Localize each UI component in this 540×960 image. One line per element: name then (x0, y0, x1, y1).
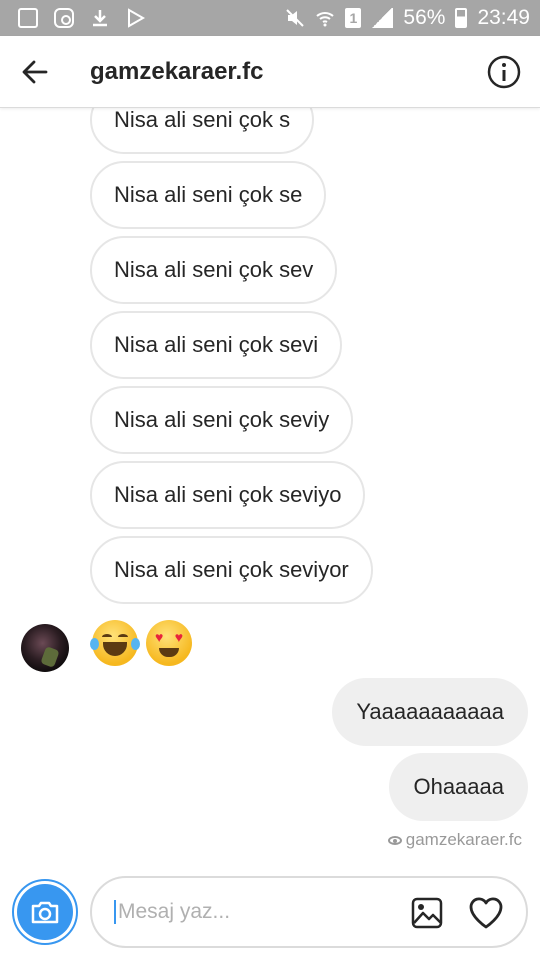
signal-icon (371, 8, 394, 28)
system-icons: 1 56% 23:49 (285, 6, 530, 30)
heart-icon (469, 897, 503, 929)
notification-icons (18, 8, 146, 28)
play-store-icon (126, 8, 146, 28)
message-bubble-incoming[interactable]: Nisa ali seni çok se (90, 161, 327, 229)
message-thread[interactable]: Nisa ali seni çok s Nisa ali seni çok se… (0, 108, 540, 860)
message-bubble-incoming[interactable]: Nisa ali seni çok s (90, 108, 315, 154)
message-bubble-incoming[interactable]: Nisa ali seni çok sev (90, 236, 338, 304)
gallery-icon (18, 8, 38, 28)
message-bubble-incoming[interactable]: Nisa ali seni çok seviyor (90, 536, 373, 604)
seen-by-label: gamzekaraer.fc (405, 830, 522, 849)
message-input[interactable] (114, 900, 384, 924)
arrow-left-icon (22, 60, 48, 83)
sender-avatar[interactable] (21, 624, 69, 672)
heart-eyes-emoji-icon[interactable]: ♥ ♥ (146, 620, 192, 666)
wifi-icon (315, 8, 335, 28)
chat-title[interactable]: gamzekaraer.fc (90, 58, 263, 86)
clock: 23:49 (477, 6, 530, 29)
message-bubble-outgoing[interactable]: Ohaaaaa (389, 753, 528, 821)
sim-icon: 1 (345, 8, 362, 28)
message-bubble-incoming[interactable]: Nisa ali seni çok sevi (90, 311, 343, 379)
message-composer (0, 860, 540, 960)
back-button[interactable] (0, 36, 70, 108)
instagram-icon (54, 8, 74, 28)
camera-icon (31, 901, 59, 924)
gallery-button[interactable] (410, 896, 444, 930)
like-button[interactable] (468, 896, 504, 930)
info-icon (487, 55, 521, 88)
message-bubble-incoming[interactable]: Nisa ali seni çok seviy (90, 386, 354, 454)
chat-header: gamzekaraer.fc (0, 36, 540, 108)
seen-indicator: gamzekaraer.fc (387, 830, 522, 850)
download-icon (90, 8, 110, 28)
tears-of-joy-emoji-icon[interactable] (90, 620, 140, 666)
battery-icon (455, 8, 468, 28)
eye-icon (387, 835, 402, 845)
info-button[interactable] (486, 54, 522, 90)
mute-icon (285, 8, 305, 28)
status-bar: 1 56% 23:49 (0, 0, 540, 36)
image-icon (411, 897, 443, 929)
battery-percent: 56% (403, 6, 446, 29)
camera-button[interactable] (12, 879, 78, 945)
message-input-container[interactable] (90, 876, 528, 948)
message-bubble-outgoing[interactable]: Yaaaaaaaaaaa (332, 678, 528, 746)
message-bubble-incoming[interactable]: Nisa ali seni çok seviyo (90, 461, 366, 529)
